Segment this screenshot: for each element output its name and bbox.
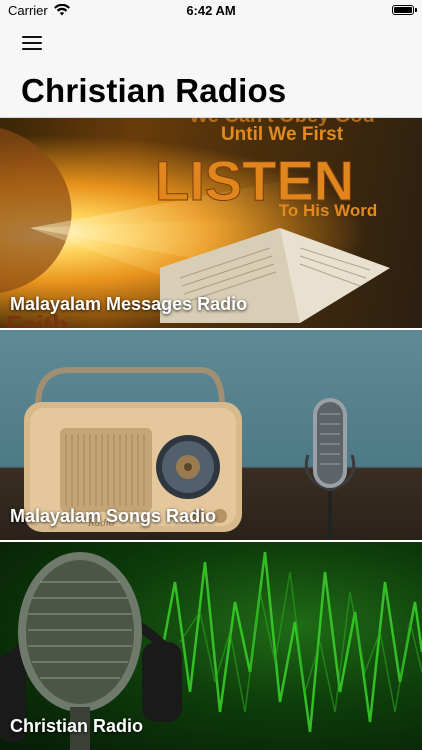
- hamburger-menu-icon[interactable]: [22, 36, 44, 52]
- status-time: 6:42 AM: [186, 3, 236, 18]
- station-card-malayalam-songs[interactable]: Radio Malayalam Songs Radio: [0, 330, 422, 540]
- poster-text-line2: Until We First: [221, 124, 344, 145]
- page-title: Christian Radios: [21, 72, 287, 109]
- station-card-malayalam-messages[interactable]: We Can't Obey God Until We First LISTEN …: [0, 118, 422, 328]
- battery-icon: [392, 5, 417, 15]
- station-label: Christian Radio: [10, 716, 144, 736]
- poster-text-line3: To His Word: [279, 201, 378, 220]
- navigation-header: Christian Radios: [0, 22, 422, 118]
- station-label: Malayalam Messages Radio: [10, 294, 248, 314]
- station-card-christian-radio[interactable]: Christian Radio: [0, 542, 422, 750]
- station-label: Malayalam Songs Radio: [10, 506, 217, 526]
- status-bar: Carrier 6:42 AM: [0, 0, 422, 22]
